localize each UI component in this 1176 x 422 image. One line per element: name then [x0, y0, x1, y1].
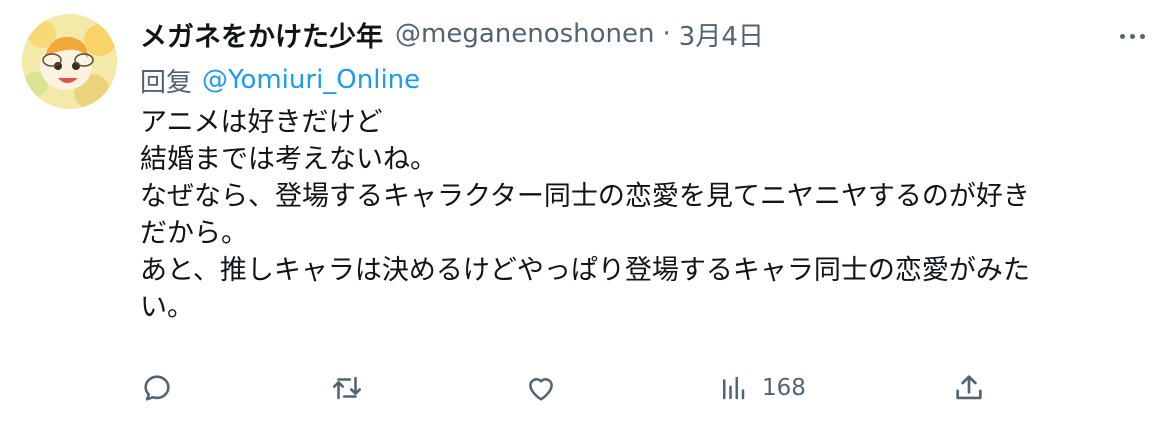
- heart-icon: [529, 378, 553, 401]
- tweet-date[interactable]: 3月4日: [679, 16, 764, 53]
- tweet-header: メガネをかけた少年 @meganenoshonen · 3月4日: [140, 14, 764, 54]
- user-handle[interactable]: @meganenoshonen: [395, 19, 655, 49]
- views-count: 168: [762, 375, 806, 401]
- tweet-text-line: あと、推しキャラは決めるけどやっぱり登場するキャラ同士の恋愛がみた: [140, 255, 1030, 286]
- reply-context: 回复 @Yomiuri_Online: [140, 61, 420, 99]
- more-options-button[interactable]: [1110, 18, 1154, 54]
- reply-prefix: 回复: [140, 67, 193, 98]
- tweet-text-line: 結婚までは考えないね。: [140, 144, 437, 175]
- tweet-text-line: い。: [140, 292, 194, 323]
- like-button[interactable]: [524, 366, 558, 410]
- tweet-text-line: なぜなら、登場するキャラクター同士の恋愛を見てニヤニヤするのが好き: [140, 181, 1030, 212]
- reply-target-link[interactable]: @Yomiuri_Online: [202, 65, 420, 95]
- tweet: メガネをかけた少年 @meganenoshonen · 3月4日 回复 @Yom…: [0, 0, 1176, 422]
- tweet-text-line: だから。: [140, 218, 248, 249]
- bar-chart-icon: [723, 376, 745, 400]
- share-upload-icon: [956, 375, 982, 400]
- comment-bubble-icon: [144, 375, 170, 401]
- action-bar: 168: [140, 366, 1140, 410]
- tweet-body: アニメは好きだけど 結婚までは考えないね。 なぜなら、登場するキャラクター同士の…: [140, 104, 1150, 326]
- retweet-icon: [332, 376, 362, 400]
- avatar[interactable]: [22, 14, 117, 109]
- retweet-button[interactable]: [330, 366, 364, 410]
- separator-dot: ·: [662, 19, 671, 49]
- views-button[interactable]: 168: [718, 366, 806, 410]
- share-button[interactable]: [952, 366, 986, 410]
- more-dot-icon: [1129, 33, 1135, 39]
- more-dot-icon: [1119, 33, 1125, 39]
- more-dot-icon: [1139, 33, 1145, 39]
- display-name[interactable]: メガネをかけた少年: [140, 15, 383, 54]
- reply-button[interactable]: [140, 366, 174, 410]
- avatar-illustration: [22, 14, 117, 109]
- tweet-text-line: アニメは好きだけど: [140, 107, 383, 138]
